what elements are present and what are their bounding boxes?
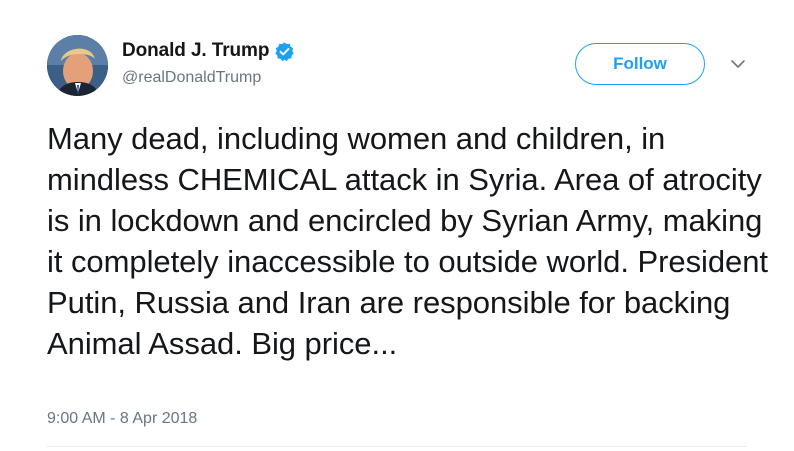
profile-photo-icon [47, 35, 108, 96]
tweet-timestamp[interactable]: 9:00 AM - 8 Apr 2018 [47, 410, 197, 428]
author-handle[interactable]: @realDonaldTrump [122, 69, 261, 87]
tweet-card: Donald J. Trump @realDonaldTrump Follow … [0, 0, 794, 451]
tweet-text: Many dead, including women and children,… [47, 121, 768, 361]
chevron-down-icon[interactable] [728, 54, 748, 74]
author-name-row: Donald J. Trump [122, 38, 295, 64]
avatar[interactable] [47, 35, 108, 96]
author-display-name[interactable]: Donald J. Trump [122, 40, 269, 62]
verified-badge-icon [274, 41, 295, 62]
divider [47, 446, 747, 447]
follow-button[interactable]: Follow [575, 43, 705, 85]
